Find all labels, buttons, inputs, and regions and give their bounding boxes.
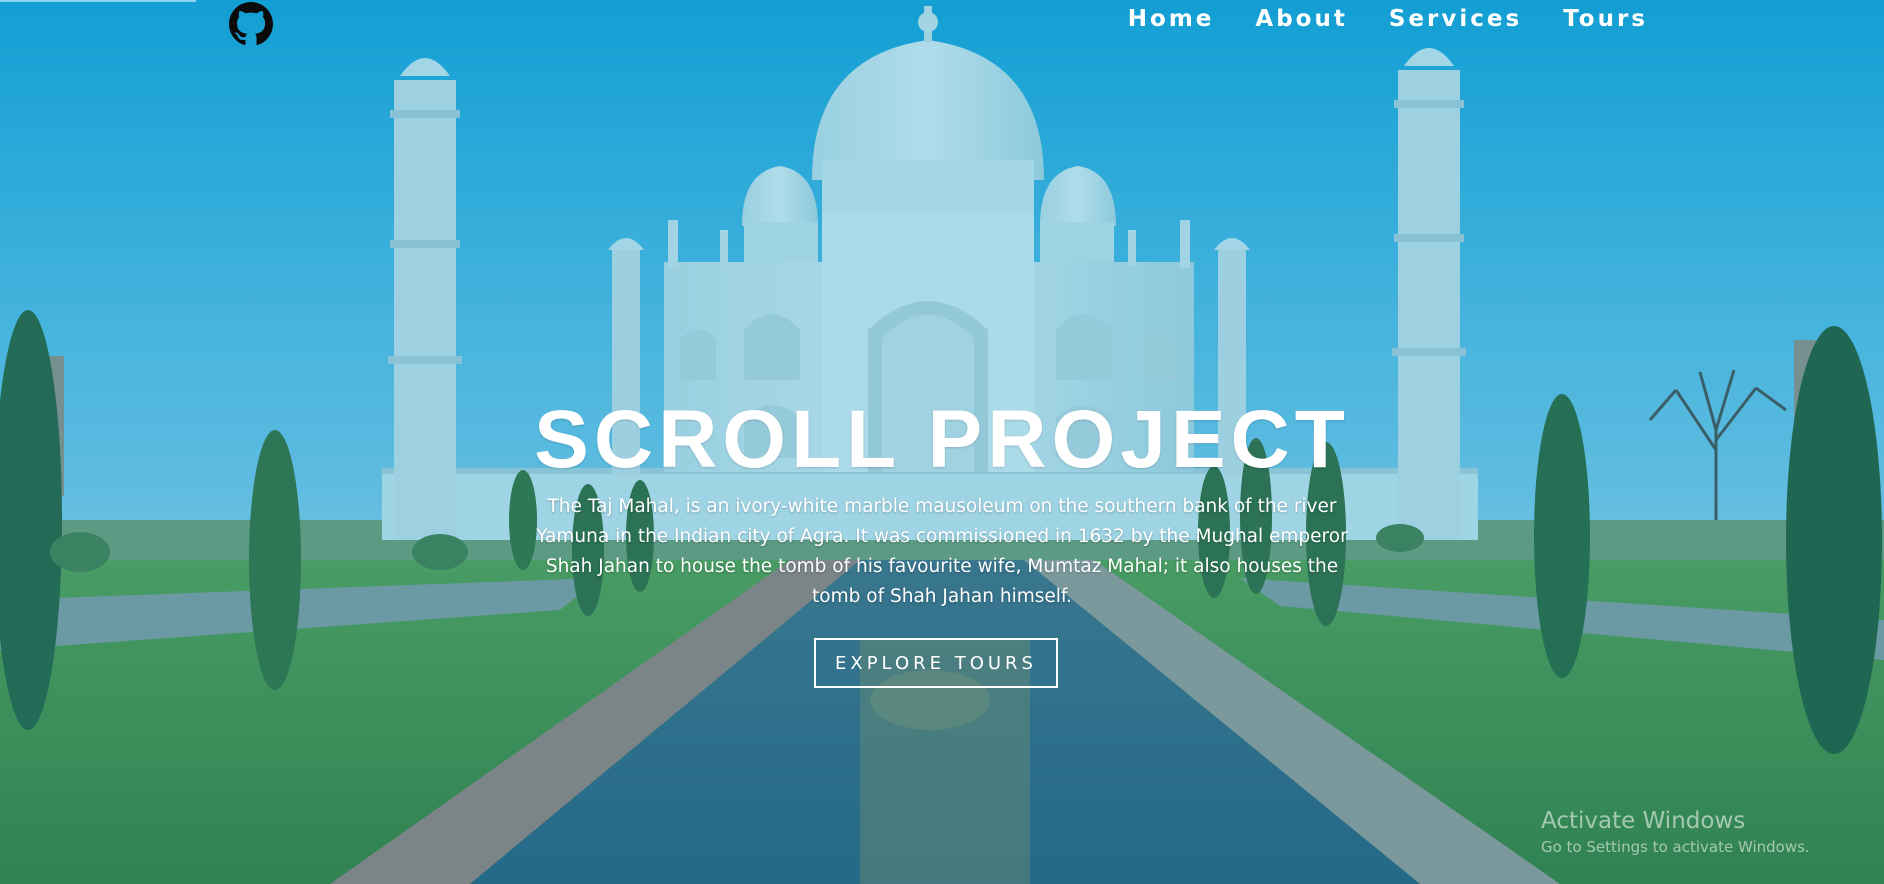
nav-link-tours[interactable]: Tours bbox=[1563, 6, 1648, 32]
windows-activation-watermark: Activate Windows Go to Settings to activ… bbox=[1541, 806, 1810, 858]
nav-link-about[interactable]: About bbox=[1255, 6, 1347, 32]
hero-description: The Taj Mahal, is an ivory-white marble … bbox=[536, 496, 1348, 607]
watermark-title: Activate Windows bbox=[1541, 808, 1746, 834]
github-icon[interactable] bbox=[229, 2, 273, 46]
explore-tours-button[interactable]: EXPLORE TOURS bbox=[814, 638, 1058, 688]
nav-link-services[interactable]: Services bbox=[1389, 6, 1522, 32]
hero-title: SCROLL PROJECT bbox=[534, 394, 1350, 485]
watermark-subtitle: Go to Settings to activate Windows. bbox=[1541, 838, 1810, 856]
nav-link-home[interactable]: Home bbox=[1128, 6, 1215, 32]
hero-section: Home About Services Tours SCROLL PROJECT… bbox=[0, 0, 1884, 884]
main-nav: Home About Services Tours bbox=[1128, 6, 1648, 32]
scroll-progress-bar bbox=[0, 0, 196, 2]
